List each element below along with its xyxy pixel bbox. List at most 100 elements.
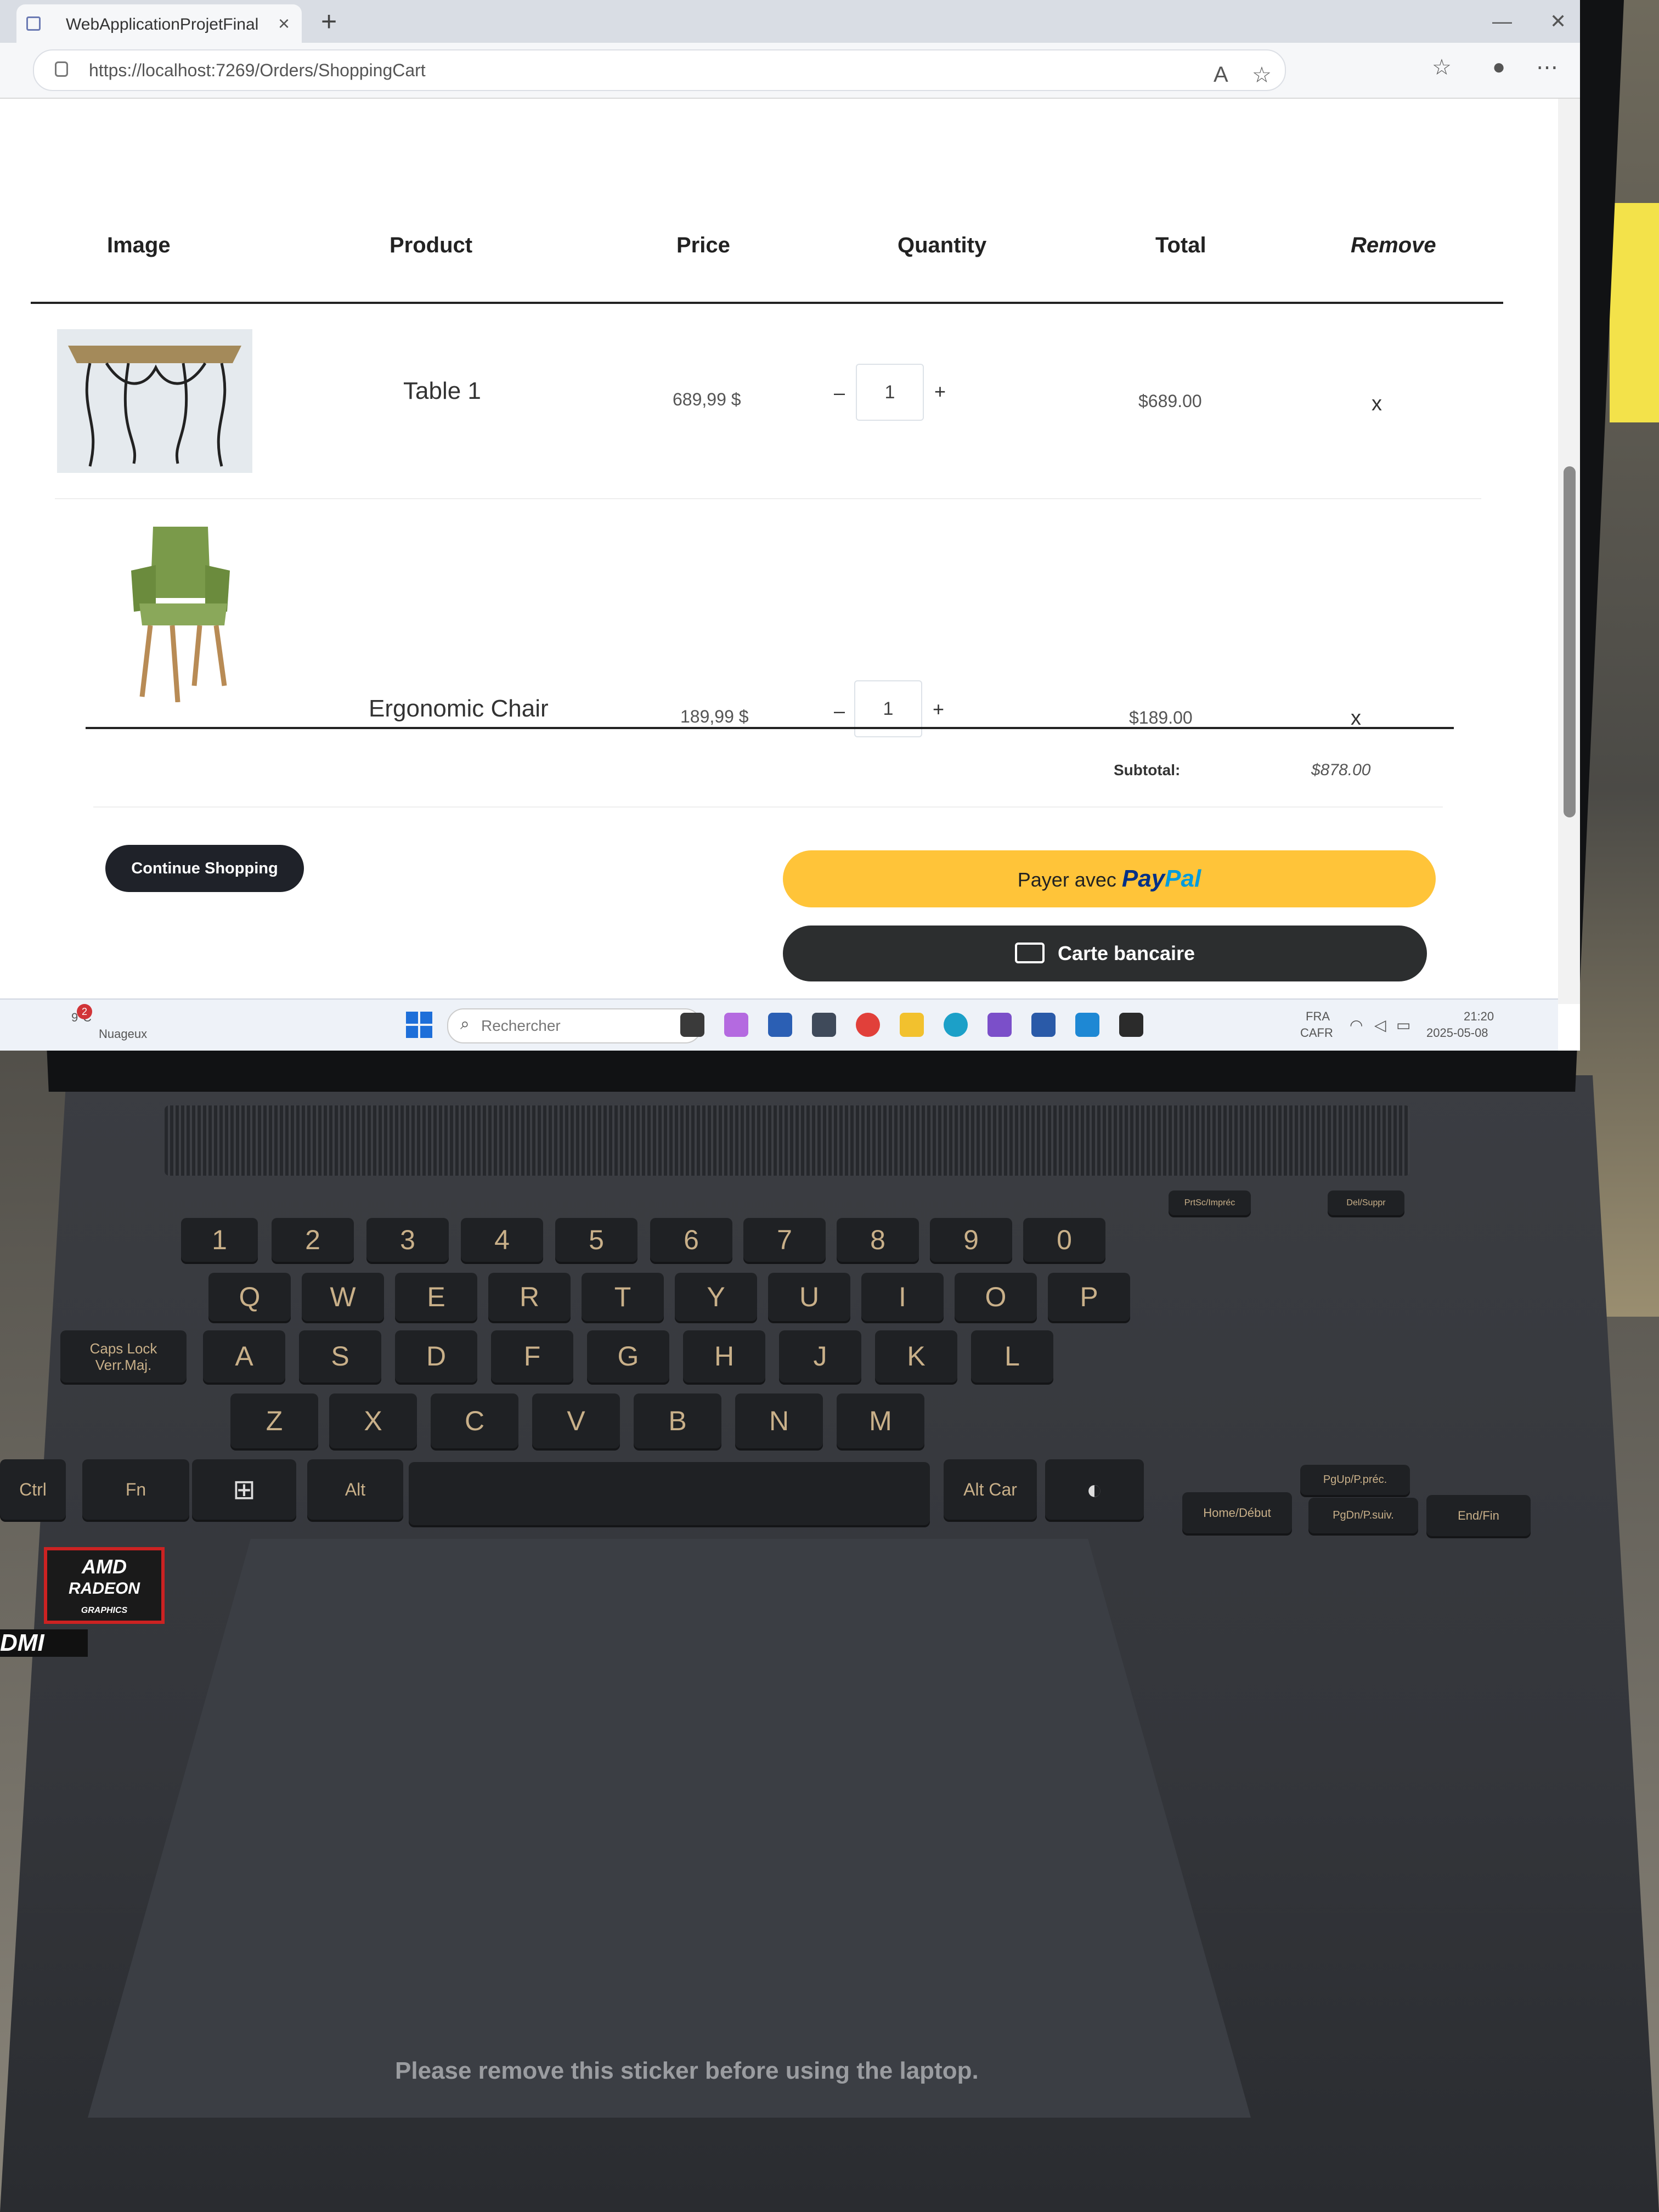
key-g[interactable]: G: [587, 1330, 669, 1383]
scrollbar-thumb[interactable]: [1564, 466, 1576, 817]
key-3[interactable]: 3: [366, 1218, 449, 1262]
key-n[interactable]: N: [735, 1393, 823, 1448]
chrome-icon[interactable]: [856, 1013, 880, 1037]
key-j[interactable]: J: [779, 1330, 861, 1383]
task-view-icon[interactable]: [680, 1013, 704, 1037]
taskbar-search[interactable]: ⌕ Rechercher: [447, 1008, 702, 1043]
weather-badge: 2: [77, 1004, 92, 1019]
key-w[interactable]: W: [302, 1273, 384, 1321]
key-pgdn[interactable]: PgDn/P.suiv.: [1308, 1498, 1418, 1533]
address-bar: https://localhost:7269/Orders/ShoppingCa…: [0, 43, 1580, 99]
tab-active[interactable]: WebApplicationProjetFinal ×: [16, 4, 302, 43]
key-caps-lock[interactable]: Caps Lock Verr.Maj.: [60, 1330, 187, 1383]
key-copilot[interactable]: ◐: [1045, 1459, 1144, 1520]
qty-decrease-button[interactable]: –: [834, 699, 845, 723]
card-payment-button[interactable]: Carte bancaire: [783, 926, 1427, 981]
key-5[interactable]: 5: [555, 1218, 637, 1262]
key-v[interactable]: V: [532, 1393, 620, 1448]
paypal-button[interactable]: Payer avec PayPal: [783, 850, 1436, 907]
key-1[interactable]: 1: [181, 1218, 258, 1262]
wifi-icon[interactable]: ◠: [1350, 1016, 1363, 1034]
key-f[interactable]: F: [491, 1330, 573, 1383]
touchpad[interactable]: [88, 1539, 1251, 2118]
edge-icon[interactable]: [944, 1013, 968, 1037]
row-divider: [55, 498, 1481, 499]
key-alt[interactable]: Alt: [307, 1459, 403, 1520]
key-q[interactable]: Q: [208, 1273, 291, 1321]
minimize-icon[interactable]: —: [1492, 10, 1512, 33]
credit-card-icon: [1014, 943, 1045, 964]
key-alt-car[interactable]: Alt Car: [944, 1459, 1037, 1520]
clock-date[interactable]: 2025-05-08: [1426, 1026, 1488, 1040]
key-m[interactable]: M: [837, 1393, 924, 1448]
word-icon[interactable]: [1031, 1013, 1056, 1037]
key-del[interactable]: Del/Suppr: [1328, 1190, 1404, 1215]
key-o[interactable]: O: [955, 1273, 1037, 1321]
key-l[interactable]: L: [971, 1330, 1053, 1383]
key-ctrl[interactable]: Ctrl: [0, 1459, 66, 1520]
close-window-icon[interactable]: ✕: [1550, 10, 1566, 33]
key-windows[interactable]: ⊞: [192, 1459, 296, 1520]
key-i[interactable]: I: [861, 1273, 944, 1321]
key-u[interactable]: U: [768, 1273, 850, 1321]
hdmi-sticker: DMI: [0, 1629, 88, 1657]
key-home[interactable]: Home/Début: [1182, 1492, 1292, 1533]
header-total: Total: [1155, 233, 1206, 257]
key-y[interactable]: Y: [675, 1273, 757, 1321]
qty-increase-button[interactable]: +: [934, 380, 946, 403]
key-d[interactable]: D: [395, 1330, 477, 1383]
speaker-grille: [165, 1105, 1410, 1176]
key-7[interactable]: 7: [743, 1218, 826, 1262]
key-t[interactable]: T: [582, 1273, 664, 1321]
key-x[interactable]: X: [329, 1393, 417, 1448]
start-icon[interactable]: [406, 1012, 432, 1038]
key-end[interactable]: End/Fin: [1426, 1495, 1531, 1536]
file-explorer-icon[interactable]: [900, 1013, 924, 1037]
language-2[interactable]: CAFR: [1300, 1026, 1333, 1040]
language-1[interactable]: FRA: [1306, 1009, 1330, 1024]
amd-radeon-sticker: AMD RADEON GRAPHICS: [44, 1547, 165, 1624]
clock-time[interactable]: 21:20: [1464, 1009, 1494, 1024]
qty-input[interactable]: 1: [856, 364, 924, 421]
store-icon[interactable]: [768, 1013, 792, 1037]
key-p[interactable]: P: [1048, 1273, 1130, 1321]
key-8[interactable]: 8: [837, 1218, 919, 1262]
favorites-icon[interactable]: ☆: [1432, 55, 1452, 80]
key-4[interactable]: 4: [461, 1218, 543, 1262]
qty-decrease-button[interactable]: –: [834, 381, 845, 404]
key-r[interactable]: R: [488, 1273, 571, 1321]
key-a[interactable]: A: [203, 1330, 285, 1383]
continue-shopping-button[interactable]: Continue Shopping: [105, 845, 304, 892]
key-fn[interactable]: Fn: [82, 1459, 189, 1520]
read-aloud-icon[interactable]: A: [1214, 63, 1228, 87]
remove-item-button[interactable]: x: [1372, 392, 1382, 416]
key-z[interactable]: Z: [230, 1393, 318, 1448]
qty-increase-button[interactable]: +: [933, 698, 944, 721]
key-2[interactable]: 2: [272, 1218, 354, 1262]
profile-avatar-icon[interactable]: ●: [1492, 55, 1505, 80]
terminal-icon[interactable]: [1119, 1013, 1143, 1037]
key-b[interactable]: B: [634, 1393, 721, 1448]
key-9[interactable]: 9: [930, 1218, 1012, 1262]
tab-close-icon[interactable]: ×: [278, 12, 290, 35]
more-menu-icon[interactable]: ⋯: [1536, 55, 1558, 80]
volume-icon[interactable]: ◁: [1374, 1016, 1386, 1034]
key-h[interactable]: H: [683, 1330, 765, 1383]
app-icon[interactable]: [812, 1013, 836, 1037]
key-pgup[interactable]: PgUp/P.préc.: [1300, 1465, 1410, 1495]
vscode-icon[interactable]: [1075, 1013, 1099, 1037]
key-c[interactable]: C: [431, 1393, 518, 1448]
key-e[interactable]: E: [395, 1273, 477, 1321]
key-0[interactable]: 0: [1023, 1218, 1105, 1262]
favorite-star-icon[interactable]: ☆: [1252, 63, 1272, 88]
key-prtsc[interactable]: PrtSc/Impréc: [1169, 1190, 1251, 1215]
key-s[interactable]: S: [299, 1330, 381, 1383]
key-space[interactable]: [409, 1462, 930, 1525]
visual-studio-icon[interactable]: [988, 1013, 1012, 1037]
key-6[interactable]: 6: [650, 1218, 732, 1262]
copilot-app-icon[interactable]: [724, 1013, 748, 1037]
new-tab-icon[interactable]: +: [321, 5, 337, 37]
url-field[interactable]: https://localhost:7269/Orders/ShoppingCa…: [33, 49, 1286, 91]
battery-icon[interactable]: ▭: [1396, 1016, 1410, 1034]
key-k[interactable]: K: [875, 1330, 957, 1383]
